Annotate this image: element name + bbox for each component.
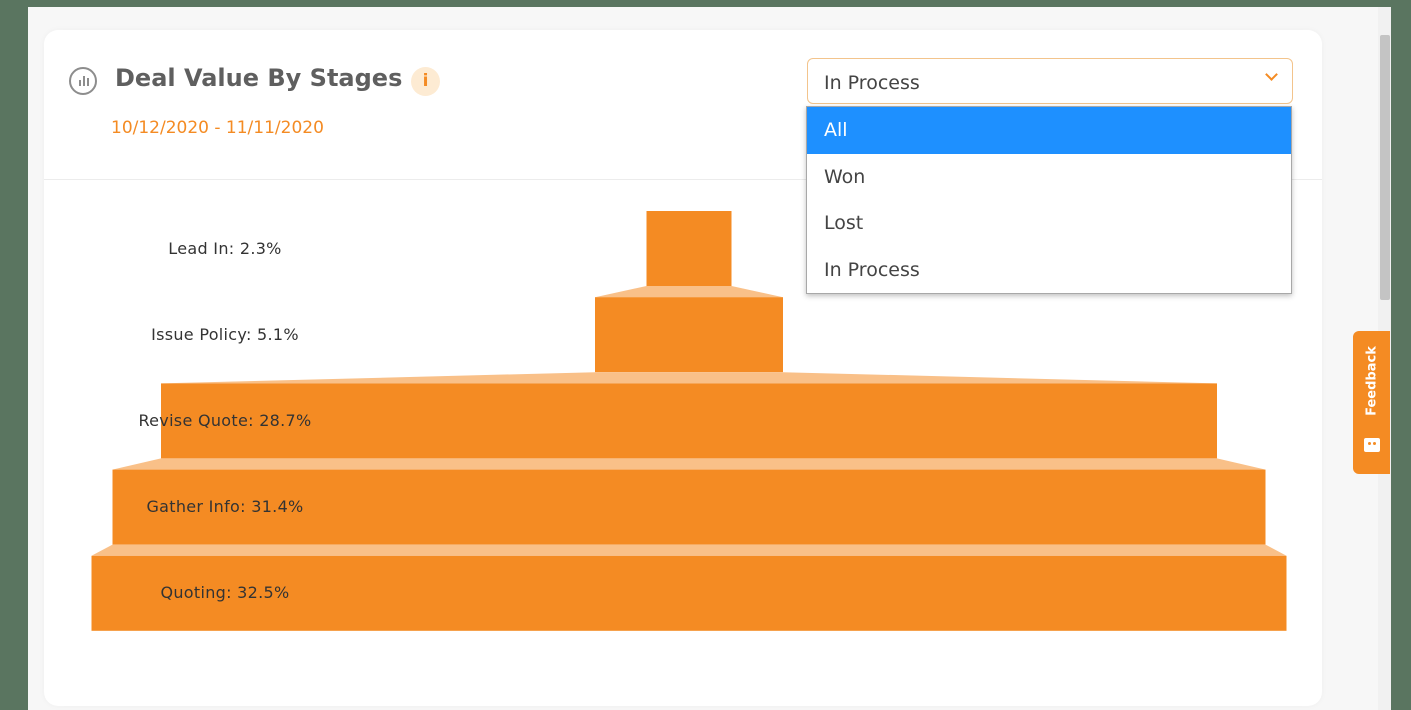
funnel-label-revise-quote: Revise Quote: 28.7% xyxy=(138,410,312,430)
funnel-label-issue-policy: Issue Policy: 5.1% xyxy=(151,324,299,344)
funnel-connector xyxy=(112,458,1266,470)
funnel-label-quoting: Quoting: 32.5% xyxy=(160,583,290,603)
option-won[interactable]: Won xyxy=(807,154,1291,201)
option-lost[interactable]: Lost xyxy=(807,200,1291,247)
funnel-connector xyxy=(595,286,783,298)
chevron-down-icon[interactable] xyxy=(1265,68,1278,81)
feedback-label: Feedback xyxy=(1364,346,1380,416)
funnel-label-gather-info: Gather Info: 31.4% xyxy=(146,497,304,517)
funnel-bar-issue-policy[interactable] xyxy=(595,297,783,373)
funnel-label-lead-in: Lead In: 2.3% xyxy=(168,238,282,258)
feedback-icon xyxy=(1364,438,1380,452)
select-value: In Process xyxy=(824,72,920,94)
funnel-bar-lead-in[interactable] xyxy=(646,211,732,286)
funnel-connector xyxy=(91,544,1287,556)
option-all[interactable]: All xyxy=(807,107,1291,154)
option-in-process[interactable]: In Process xyxy=(807,247,1291,294)
feedback-button[interactable]: Feedback xyxy=(1353,331,1390,474)
filter-dropdown-menu: All Won Lost In Process xyxy=(806,106,1292,294)
funnel-connector xyxy=(161,372,1217,384)
stage-filter-select[interactable]: In Process xyxy=(807,58,1293,104)
